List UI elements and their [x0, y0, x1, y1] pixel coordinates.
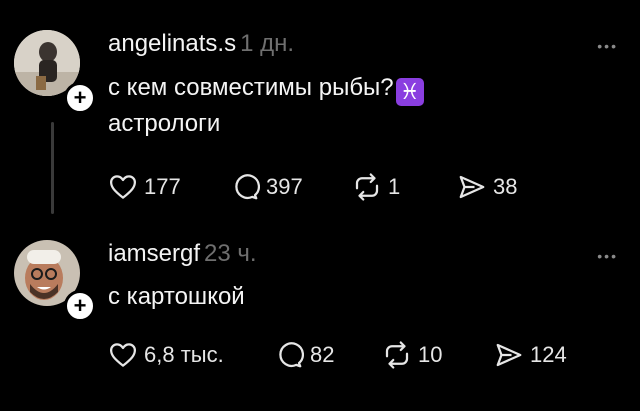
heart-icon — [110, 175, 136, 199]
send-icon — [496, 343, 522, 367]
post-text: с кем совместимы рыбы? ♓ астрологи — [108, 70, 424, 142]
share-button[interactable]: 38 — [457, 172, 517, 202]
share-count: 124 — [530, 342, 567, 367]
comment-icon — [279, 342, 304, 368]
action-bar: 6,8 тыс. 82 10 124 — [108, 340, 567, 370]
repost-count: 10 — [418, 342, 443, 367]
like-button[interactable]: 6,8 тыс. — [108, 340, 274, 370]
comment-button[interactable]: 82 — [274, 340, 382, 370]
username[interactable]: angelinats.s — [108, 30, 236, 57]
like-count: 6,8 тыс. — [144, 342, 224, 367]
send-icon — [459, 175, 485, 199]
post-text-line: с кем совместимы рыбы? — [108, 74, 394, 101]
action-bar: 177 397 1 38 — [108, 172, 517, 202]
post-text: с картошкой — [108, 279, 245, 315]
share-button[interactable]: 124 — [494, 340, 567, 370]
comment-icon — [235, 174, 260, 200]
comment-button[interactable]: 397 — [230, 172, 352, 202]
post-header: iamsergf 23 ч. — [108, 240, 257, 268]
follow-button[interactable]: + — [64, 82, 96, 114]
repost-icon — [385, 341, 409, 369]
repost-button[interactable]: 10 — [382, 340, 494, 370]
post-header: angelinats.s 1 дн. — [108, 30, 294, 58]
username[interactable]: iamsergf — [108, 240, 200, 267]
like-count: 177 — [144, 174, 181, 199]
post-text-line: астрологи — [108, 110, 221, 137]
comment-count: 82 — [310, 342, 335, 367]
like-button[interactable]: 177 — [108, 172, 230, 202]
repost-count: 1 — [388, 174, 401, 199]
thread-line — [51, 122, 54, 214]
more-options-icon[interactable]: ••• — [597, 38, 618, 54]
post-time: 23 ч. — [204, 240, 257, 267]
pisces-emoji-icon: ♓ — [395, 78, 424, 106]
post-time: 1 дн. — [240, 30, 295, 57]
repost-button[interactable]: 1 — [352, 172, 457, 202]
post-text-line: с картошкой — [108, 283, 245, 310]
follow-button[interactable]: + — [64, 290, 96, 322]
repost-icon — [355, 173, 379, 201]
heart-icon — [110, 343, 136, 367]
more-options-icon[interactable]: ••• — [597, 248, 618, 264]
comment-count: 397 — [266, 174, 303, 199]
share-count: 38 — [493, 174, 518, 199]
